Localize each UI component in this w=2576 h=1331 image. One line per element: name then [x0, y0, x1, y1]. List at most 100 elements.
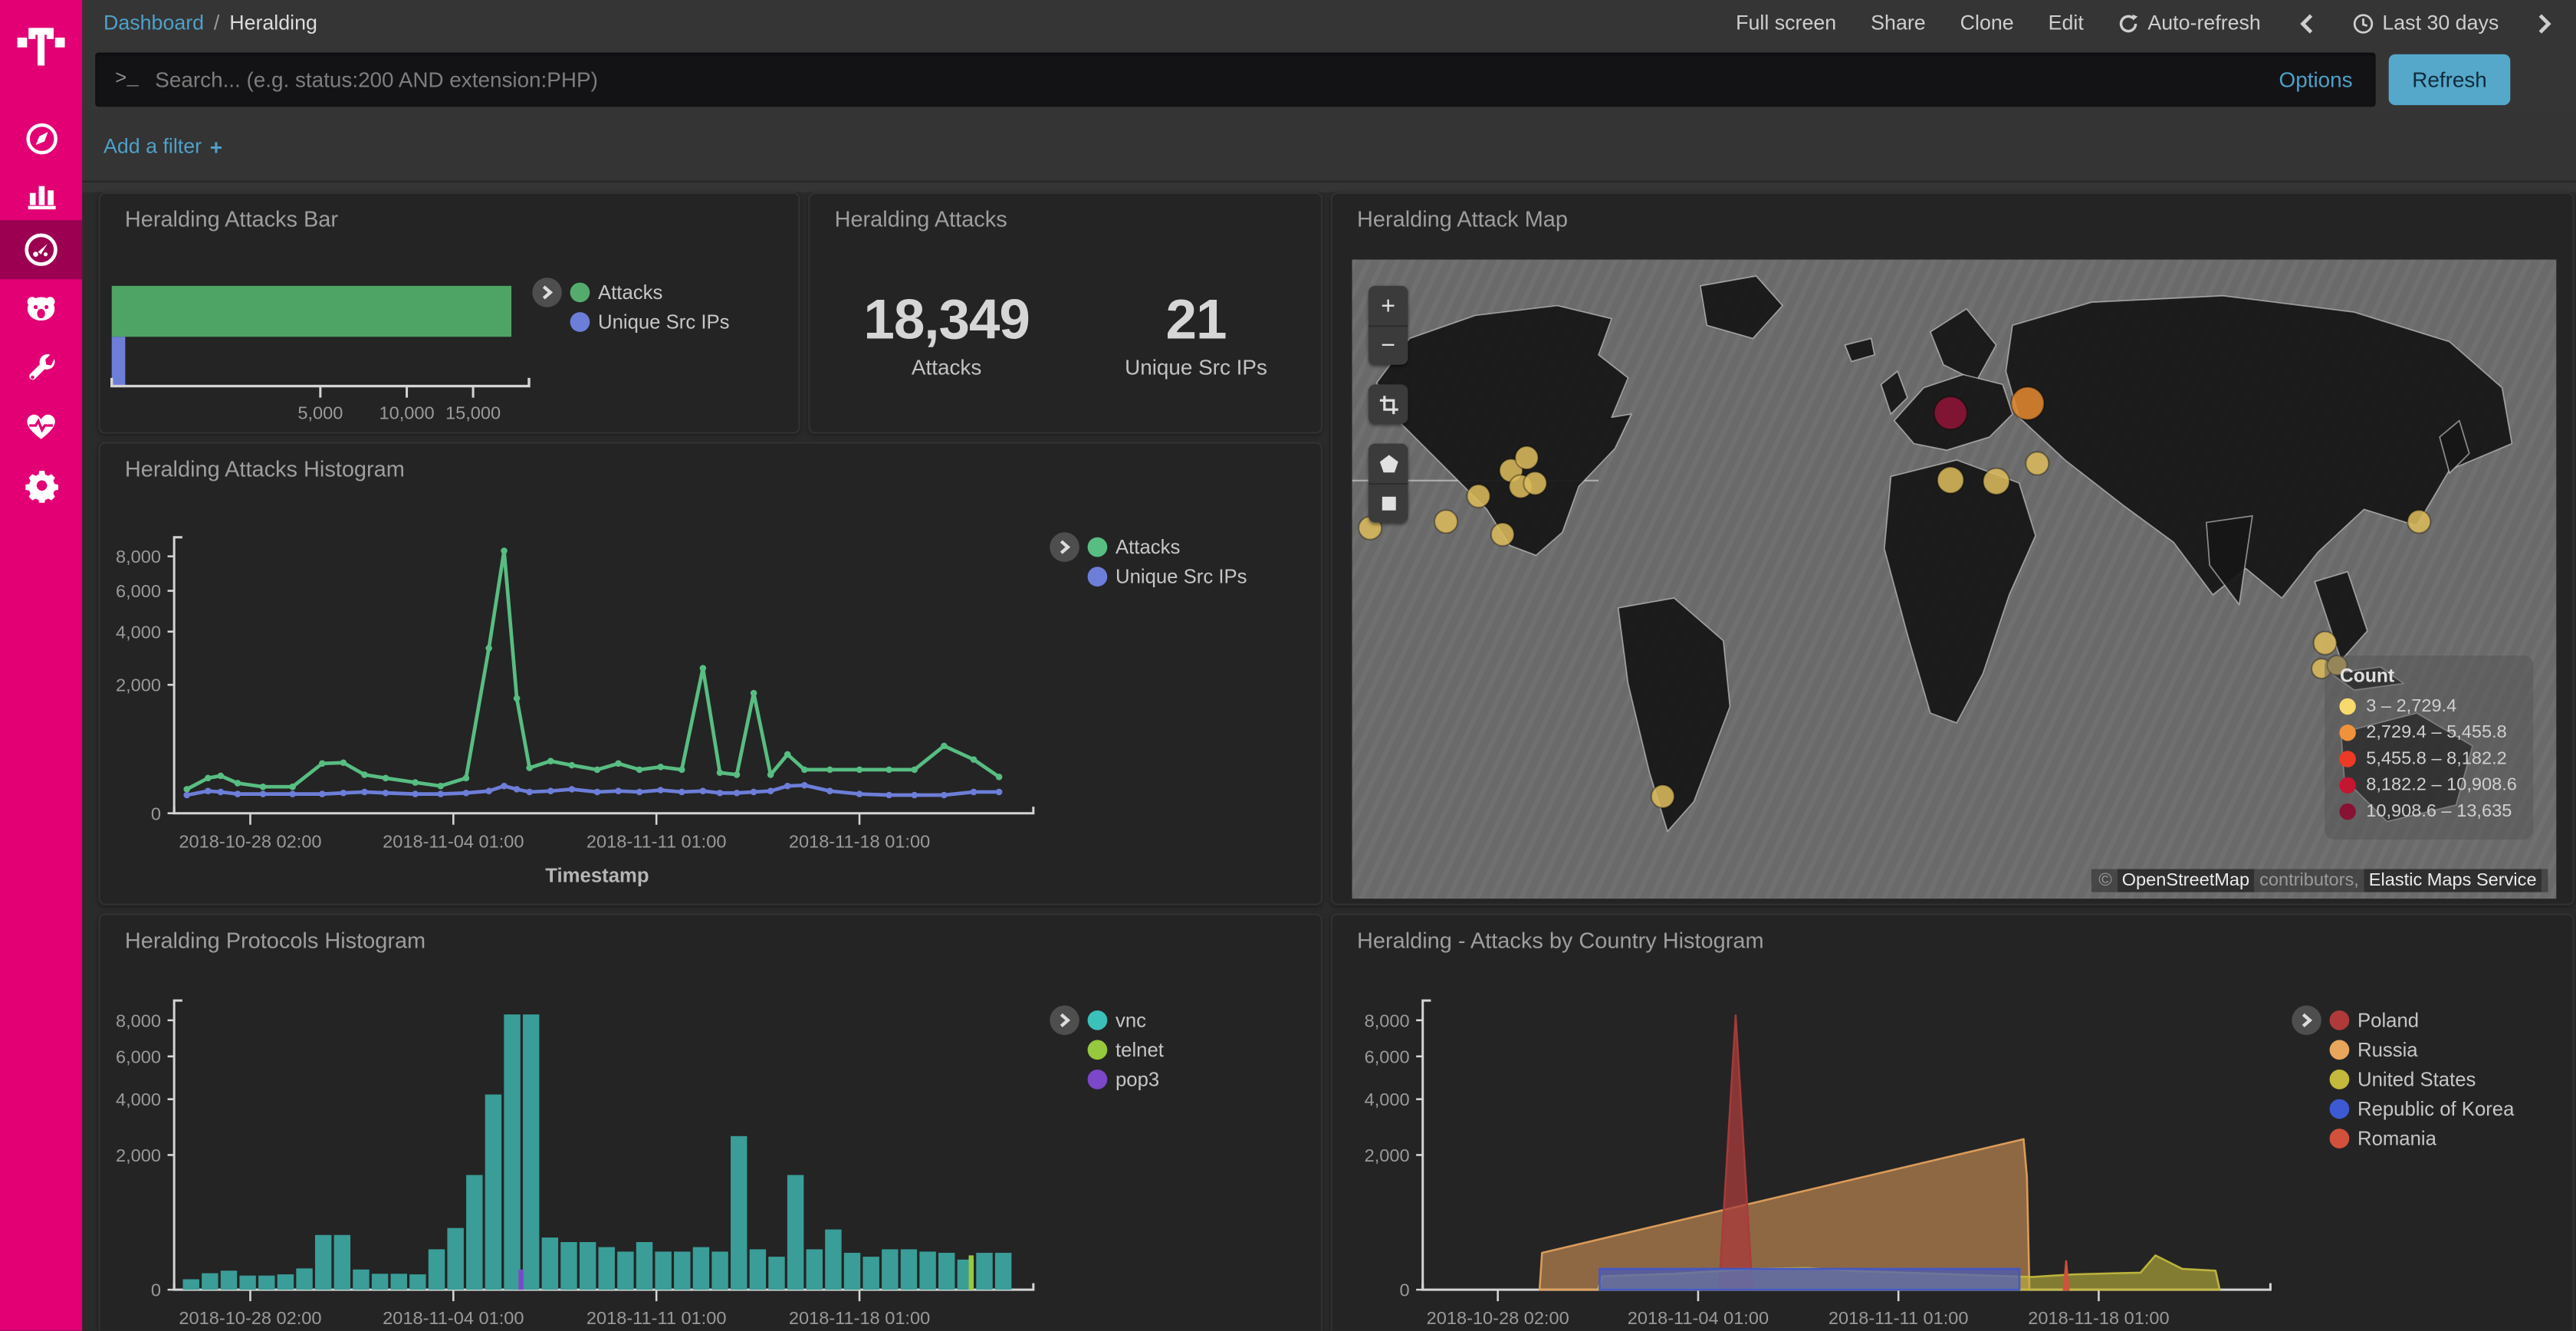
map-controls: + −	[1368, 286, 1408, 542]
svg-text:6,000: 6,000	[116, 581, 161, 601]
sidebar-item-monitoring[interactable]	[0, 396, 82, 455]
time-range-picker[interactable]: Last 30 days	[2353, 12, 2499, 35]
legend-item-russia[interactable]: Russia	[2330, 1035, 2515, 1065]
map-draw-polygon-button[interactable]	[1368, 444, 1408, 483]
search-input[interactable]	[152, 65, 2279, 93]
map-attack-marker[interactable]	[1651, 785, 1674, 808]
search-options-link[interactable]: Options	[2279, 67, 2353, 91]
legend-range-3: 5,455.8 – 8,182.2	[2340, 746, 2517, 772]
map-attack-marker[interactable]	[1467, 485, 1490, 508]
map-attack-marker[interactable]	[1937, 467, 1963, 493]
chevron-right-icon	[2298, 1012, 2315, 1028]
openstreetmap-link[interactable]: OpenStreetMap	[2117, 869, 2254, 892]
sidebar-item-management[interactable]	[0, 455, 82, 514]
breadcrumb-dashboard-link[interactable]: Dashboard	[104, 12, 204, 35]
legend-item-attacks[interactable]: Attacks	[570, 278, 730, 307]
attacks-histogram-legend: Attacks Unique Src IPs	[1050, 532, 1247, 591]
auto-refresh-button[interactable]: Auto-refresh	[2118, 12, 2261, 35]
legend-item-vnc[interactable]: vnc	[1088, 1005, 1164, 1035]
sidebar-item-honeypot[interactable]	[0, 279, 82, 338]
svg-text:2018-10-28 02:00: 2018-10-28 02:00	[179, 832, 321, 852]
chevron-right-icon	[1056, 539, 1073, 555]
legend-dot	[2330, 1099, 2350, 1119]
legend-dot	[1088, 567, 1108, 587]
svg-text:2018-11-11 01:00: 2018-11-11 01:00	[586, 1308, 727, 1328]
map-count-legend: Count 3 – 2,729.4 2,729.4 – 5,455.8 5,45…	[2325, 656, 2534, 840]
map-attack-marker[interactable]	[1523, 472, 1546, 495]
legend-item-poland[interactable]: Poland	[2330, 1005, 2515, 1035]
kibana-heralding-dashboard: Dashboard / Heralding Full screen Share …	[0, 0, 2576, 1331]
map-attack-marker[interactable]	[2011, 387, 2044, 420]
map-fit-bounds-button[interactable]	[1368, 384, 1408, 423]
map-draw-rectangle-button[interactable]	[1368, 483, 1408, 522]
share-button[interactable]: Share	[1871, 12, 1925, 35]
legend-item-romania[interactable]: Romania	[2330, 1124, 2515, 1154]
map-attack-marker[interactable]	[2314, 632, 2337, 655]
map-attribution: © OpenStreetMap contributors, Elastic Ma…	[2092, 869, 2548, 892]
chevron-right-icon	[2537, 12, 2553, 34]
world-map[interactable]: + −	[1352, 260, 2557, 899]
svg-text:4,000: 4,000	[1365, 1089, 1410, 1109]
map-attack-marker[interactable]	[1983, 468, 2009, 495]
legend-toggle-button[interactable]	[2292, 1005, 2321, 1035]
map-zoom-in-button[interactable]: +	[1368, 286, 1408, 325]
sidebar-item-devtools[interactable]	[0, 338, 82, 397]
panel-country-histogram: Heralding - Attacks by Country Histogram…	[1331, 913, 2574, 1330]
legend-dot	[2330, 1070, 2350, 1089]
svg-text:2018-11-11 01:00: 2018-11-11 01:00	[1829, 1308, 1969, 1328]
time-forward-button[interactable]	[2533, 12, 2556, 34]
legend-item-unique-src-ips[interactable]: Unique Src IPs	[570, 307, 730, 337]
svg-text:8,000: 8,000	[1365, 1011, 1410, 1030]
panel-title[interactable]: Heralding Attack Map	[1357, 207, 1568, 232]
add-filter-button[interactable]: Add a filter+	[104, 134, 222, 159]
chevron-left-icon	[2298, 12, 2315, 34]
clone-button[interactable]: Clone	[1960, 12, 2014, 35]
map-attack-marker[interactable]	[1491, 523, 1514, 546]
legend-dot	[2340, 698, 2356, 715]
metric-value: 21	[1125, 289, 1267, 353]
refresh-cycle-icon	[2118, 12, 2140, 34]
legend-item-attacks[interactable]: Attacks	[1088, 532, 1247, 562]
elastic-maps-service-link[interactable]: Elastic Maps Service	[2364, 869, 2542, 892]
clock-icon	[2353, 12, 2374, 34]
compass-icon	[24, 121, 58, 156]
legend-dot	[2340, 751, 2356, 767]
terminal-prompt-icon: >_	[115, 67, 139, 90]
svg-text:10,000: 10,000	[380, 403, 435, 422]
edit-button[interactable]: Edit	[2049, 12, 2084, 35]
legend-item-republic-of-korea[interactable]: Republic of Korea	[2330, 1094, 2515, 1124]
legend-item-united-states[interactable]: United States	[2330, 1065, 2515, 1095]
panel-title[interactable]: Heralding Attacks	[835, 207, 1007, 232]
sidebar-item-dashboard[interactable]	[0, 220, 82, 279]
legend-item-unique-src-ips[interactable]: Unique Src IPs	[1088, 562, 1247, 592]
svg-text:Timestamp: Timestamp	[545, 866, 649, 887]
svg-text:4,000: 4,000	[116, 1089, 161, 1109]
legend-toggle-button[interactable]	[1050, 532, 1079, 562]
sidebar-item-discover[interactable]	[0, 108, 82, 167]
gear-icon	[24, 468, 58, 502]
full-screen-button[interactable]: Full screen	[1736, 12, 1836, 35]
map-attack-marker[interactable]	[2026, 452, 2049, 475]
refresh-button[interactable]: Refresh	[2389, 54, 2511, 104]
metric-row: 18,349 Attacks 21 Unique Src IPs	[810, 289, 1320, 380]
legend-item-pop3[interactable]: pop3	[1088, 1065, 1164, 1095]
time-back-button[interactable]	[2295, 12, 2318, 34]
legend-dot	[2340, 777, 2356, 794]
svg-text:0: 0	[1399, 1280, 1409, 1300]
map-zoom-out-button[interactable]: −	[1368, 325, 1408, 364]
chevron-right-icon	[1056, 1012, 1073, 1028]
legend-toggle-button[interactable]	[532, 278, 562, 307]
map-attack-marker[interactable]	[2407, 510, 2430, 533]
panel-attacks-bar: Heralding Attacks Bar 5,00010,00015,000 …	[99, 192, 800, 434]
sidebar-item-visualize[interactable]	[0, 164, 82, 223]
legend-toggle-button[interactable]	[1050, 1005, 1079, 1035]
gauge-icon	[23, 232, 59, 268]
polygon-icon	[1378, 452, 1399, 474]
legend-item-telnet[interactable]: telnet	[1088, 1035, 1164, 1065]
map-attack-marker[interactable]	[1934, 396, 1967, 429]
map-attack-marker[interactable]	[1434, 510, 1457, 533]
map-attack-marker[interactable]	[1515, 446, 1538, 469]
nav-actions: Full screen Share Clone Edit Auto-refres…	[1736, 12, 2576, 35]
telekom-logo[interactable]	[0, 10, 82, 82]
svg-text:2,000: 2,000	[116, 675, 161, 695]
